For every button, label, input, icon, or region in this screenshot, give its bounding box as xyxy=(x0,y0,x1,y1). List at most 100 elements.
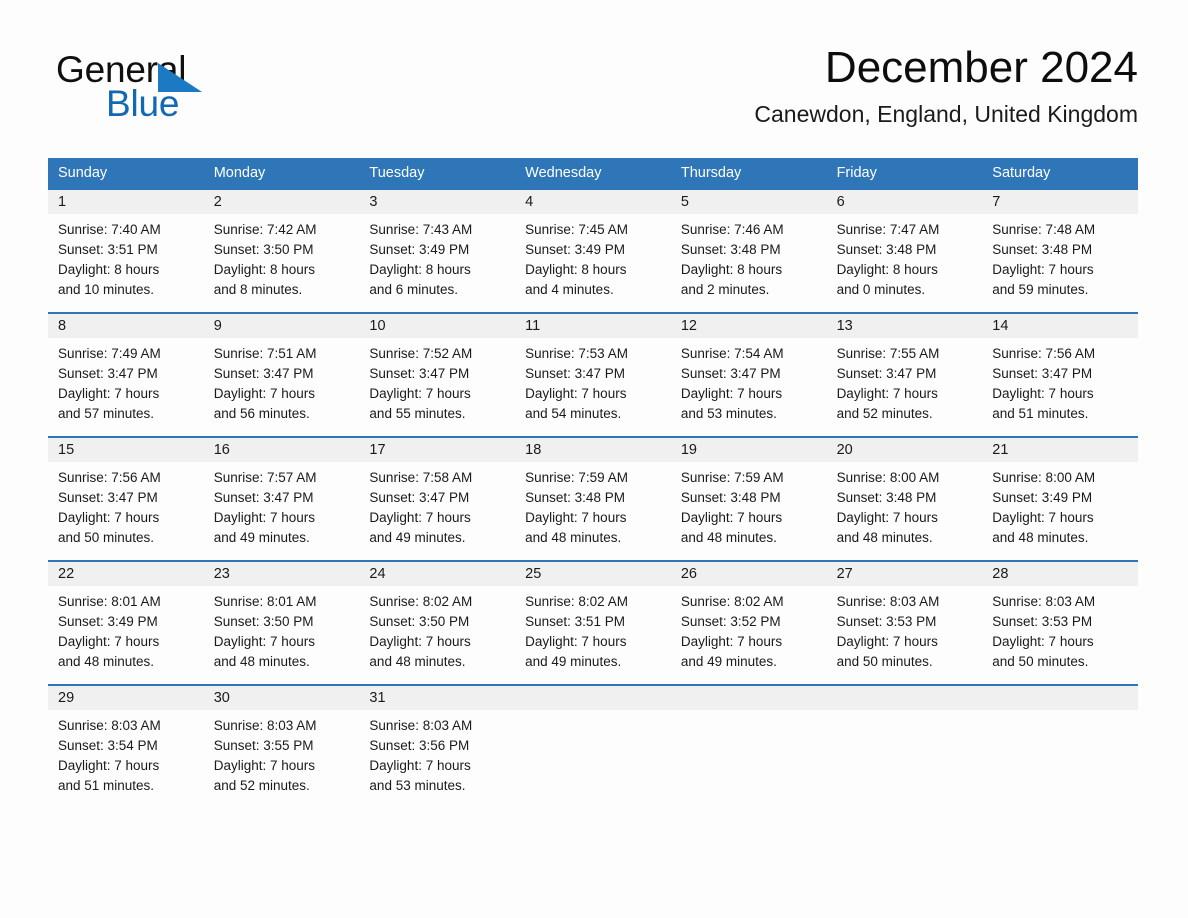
day-cell[interactable]: 25 Sunrise: 8:02 AM Sunset: 3:51 PM Dayl… xyxy=(515,562,671,684)
day-number: 12 xyxy=(680,318,697,334)
day-cell[interactable]: 1 Sunrise: 7:40 AM Sunset: 3:51 PM Dayli… xyxy=(48,190,204,312)
day-number: 5 xyxy=(680,194,689,210)
day-number-band: 7 xyxy=(982,190,1138,214)
day-number: 23 xyxy=(213,566,230,582)
day-number: 16 xyxy=(213,442,230,458)
day-cell[interactable]: 29 Sunrise: 8:03 AM Sunset: 3:54 PM Dayl… xyxy=(48,686,204,808)
day-number: 6 xyxy=(836,194,845,210)
day-cell[interactable]: 23 Sunrise: 8:01 AM Sunset: 3:50 PM Dayl… xyxy=(203,562,360,684)
day-cell[interactable]: 22 Sunrise: 8:01 AM Sunset: 3:49 PM Dayl… xyxy=(48,562,204,684)
day-cell[interactable]: 27 Sunrise: 8:03 AM Sunset: 3:53 PM Dayl… xyxy=(826,562,983,684)
daylight-text-line2: and 48 minutes. xyxy=(836,530,933,545)
day-details: Sunrise: 7:56 AM Sunset: 3:47 PM Dayligh… xyxy=(48,462,204,548)
day-cell[interactable]: 7 Sunrise: 7:48 AM Sunset: 3:48 PM Dayli… xyxy=(982,190,1138,312)
weekday-header-friday: Friday xyxy=(836,165,877,181)
day-details: Sunrise: 7:55 AM Sunset: 3:47 PM Dayligh… xyxy=(827,338,983,424)
calendar-week-row: 15 Sunrise: 7:56 AM Sunset: 3:47 PM Dayl… xyxy=(48,436,1138,560)
day-cell[interactable]: 2 Sunrise: 7:42 AM Sunset: 3:50 PM Dayli… xyxy=(203,190,360,312)
daylight-text-line2: and 54 minutes. xyxy=(525,406,622,421)
sunrise-text: Sunrise: 7:51 AM xyxy=(213,346,317,361)
day-number: 30 xyxy=(213,690,230,706)
day-cell[interactable]: 31 Sunrise: 8:03 AM Sunset: 3:56 PM Dayl… xyxy=(359,686,516,808)
sunrise-text: Sunrise: 7:53 AM xyxy=(525,346,628,361)
sunrise-text: Sunrise: 7:47 AM xyxy=(836,222,940,237)
day-details: Sunrise: 7:54 AM Sunset: 3:47 PM Dayligh… xyxy=(671,338,827,424)
weekday-header-thursday: Thursday xyxy=(680,165,742,181)
day-cell[interactable]: 16 Sunrise: 7:57 AM Sunset: 3:47 PM Dayl… xyxy=(203,438,360,560)
day-cell-empty xyxy=(515,686,671,808)
day-cell-empty xyxy=(982,686,1138,808)
day-cell[interactable]: 8 Sunrise: 7:49 AM Sunset: 3:47 PM Dayli… xyxy=(48,314,204,436)
sunset-text: Sunset: 3:49 PM xyxy=(58,614,158,629)
day-cell[interactable]: 19 Sunrise: 7:59 AM Sunset: 3:48 PM Dayl… xyxy=(670,438,827,560)
day-cell[interactable]: 28 Sunrise: 8:03 AM Sunset: 3:53 PM Dayl… xyxy=(982,562,1138,684)
daylight-text-line2: and 49 minutes. xyxy=(680,654,777,669)
day-cell[interactable]: 9 Sunrise: 7:51 AM Sunset: 3:47 PM Dayli… xyxy=(203,314,360,436)
sunset-text: Sunset: 3:47 PM xyxy=(992,366,1093,381)
day-cell[interactable]: 26 Sunrise: 8:02 AM Sunset: 3:52 PM Dayl… xyxy=(670,562,827,684)
day-cell[interactable]: 11 Sunrise: 7:53 AM Sunset: 3:47 PM Dayl… xyxy=(515,314,671,436)
daylight-text-line2: and 49 minutes. xyxy=(369,530,466,545)
day-cell[interactable]: 24 Sunrise: 8:02 AM Sunset: 3:50 PM Dayl… xyxy=(359,562,516,684)
sunset-text: Sunset: 3:50 PM xyxy=(369,614,470,629)
day-cell[interactable]: 13 Sunrise: 7:55 AM Sunset: 3:47 PM Dayl… xyxy=(826,314,983,436)
day-cell[interactable]: 17 Sunrise: 7:58 AM Sunset: 3:47 PM Dayl… xyxy=(359,438,516,560)
daylight-text-line2: and 52 minutes. xyxy=(213,778,310,793)
day-number: 20 xyxy=(836,442,853,458)
day-number-band: 31 xyxy=(359,686,516,710)
day-number-band: 9 xyxy=(203,314,360,338)
weekday-header-tuesday: Tuesday xyxy=(369,165,425,181)
page-header: General Blue December 2024 Canewdon, Eng… xyxy=(48,42,1138,146)
day-number: 2 xyxy=(213,194,222,210)
day-cell[interactable]: 20 Sunrise: 8:00 AM Sunset: 3:48 PM Dayl… xyxy=(826,438,983,560)
day-cell[interactable]: 5 Sunrise: 7:46 AM Sunset: 3:48 PM Dayli… xyxy=(670,190,827,312)
sunset-text: Sunset: 3:50 PM xyxy=(213,242,314,257)
day-cell[interactable]: 10 Sunrise: 7:52 AM Sunset: 3:47 PM Dayl… xyxy=(359,314,516,436)
day-cell[interactable]: 18 Sunrise: 7:59 AM Sunset: 3:48 PM Dayl… xyxy=(515,438,671,560)
daylight-text-line1: Daylight: 7 hours xyxy=(369,386,471,401)
sunrise-text: Sunrise: 7:59 AM xyxy=(680,470,784,485)
daylight-text-line1: Daylight: 7 hours xyxy=(992,262,1094,277)
daylight-text-line2: and 50 minutes. xyxy=(992,654,1089,669)
daylight-text-line2: and 48 minutes. xyxy=(213,654,310,669)
day-cell[interactable]: 30 Sunrise: 8:03 AM Sunset: 3:55 PM Dayl… xyxy=(203,686,360,808)
day-number-band: 30 xyxy=(203,686,360,710)
day-number-band: 16 xyxy=(203,438,360,462)
day-details: Sunrise: 8:02 AM Sunset: 3:51 PM Dayligh… xyxy=(515,586,671,672)
sunrise-text: Sunrise: 7:58 AM xyxy=(369,470,473,485)
day-details: Sunrise: 7:56 AM Sunset: 3:47 PM Dayligh… xyxy=(982,338,1138,424)
sunrise-text: Sunrise: 8:03 AM xyxy=(836,594,940,609)
day-number: 18 xyxy=(525,442,542,458)
daylight-text-line1: Daylight: 7 hours xyxy=(992,634,1094,649)
day-cell[interactable]: 3 Sunrise: 7:43 AM Sunset: 3:49 PM Dayli… xyxy=(359,190,516,312)
day-cell[interactable]: 14 Sunrise: 7:56 AM Sunset: 3:47 PM Dayl… xyxy=(982,314,1138,436)
day-number-band xyxy=(670,686,827,710)
daylight-text-line2: and 51 minutes. xyxy=(992,406,1089,421)
sunset-text: Sunset: 3:47 PM xyxy=(58,490,158,505)
day-details: Sunrise: 8:03 AM Sunset: 3:53 PM Dayligh… xyxy=(982,586,1138,672)
sunrise-text: Sunrise: 7:49 AM xyxy=(58,346,161,361)
day-number-band: 2 xyxy=(203,190,360,214)
day-cell[interactable]: 21 Sunrise: 8:00 AM Sunset: 3:49 PM Dayl… xyxy=(982,438,1138,560)
day-number: 3 xyxy=(369,194,378,210)
daylight-text-line2: and 48 minutes. xyxy=(58,654,155,669)
weekday-header-saturday: Saturday xyxy=(992,165,1051,181)
day-details: Sunrise: 7:59 AM Sunset: 3:48 PM Dayligh… xyxy=(671,462,827,548)
day-details: Sunrise: 7:48 AM Sunset: 3:48 PM Dayligh… xyxy=(982,214,1138,300)
day-number: 25 xyxy=(525,566,542,582)
sunrise-text: Sunrise: 7:57 AM xyxy=(213,470,317,485)
daylight-text-line2: and 2 minutes. xyxy=(680,282,770,297)
day-details: Sunrise: 7:47 AM Sunset: 3:48 PM Dayligh… xyxy=(827,214,983,300)
day-number-band: 11 xyxy=(515,314,671,338)
day-cell[interactable]: 15 Sunrise: 7:56 AM Sunset: 3:47 PM Dayl… xyxy=(48,438,204,560)
calendar-week-row: 22 Sunrise: 8:01 AM Sunset: 3:49 PM Dayl… xyxy=(48,560,1138,684)
daylight-text-line1: Daylight: 7 hours xyxy=(836,510,938,525)
daylight-text-line2: and 52 minutes. xyxy=(836,406,933,421)
day-details: Sunrise: 7:51 AM Sunset: 3:47 PM Dayligh… xyxy=(204,338,360,424)
day-number: 15 xyxy=(58,442,75,458)
day-cell[interactable]: 4 Sunrise: 7:45 AM Sunset: 3:49 PM Dayli… xyxy=(515,190,671,312)
day-cell[interactable]: 6 Sunrise: 7:47 AM Sunset: 3:48 PM Dayli… xyxy=(826,190,983,312)
sunrise-text: Sunrise: 7:42 AM xyxy=(213,222,317,237)
day-cell[interactable]: 12 Sunrise: 7:54 AM Sunset: 3:47 PM Dayl… xyxy=(670,314,827,436)
day-number-band: 18 xyxy=(515,438,671,462)
